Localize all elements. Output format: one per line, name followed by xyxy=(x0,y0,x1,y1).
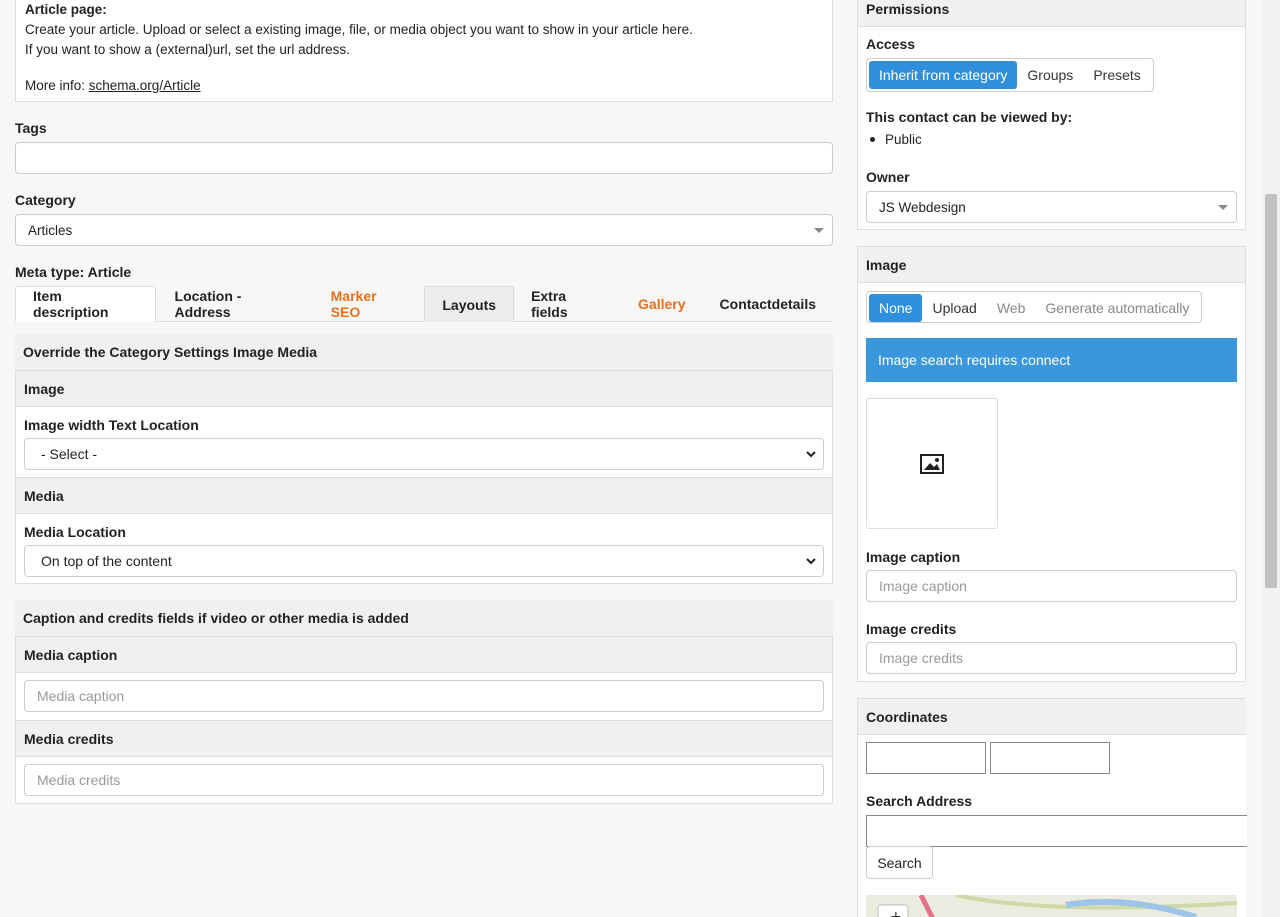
media-credits-label: Media credits xyxy=(16,720,832,757)
article-info-box: Article page: Create your article. Uploa… xyxy=(15,0,833,102)
scrollbar-thumb[interactable] xyxy=(1265,194,1277,588)
image-section-header: Image xyxy=(16,370,832,407)
search-address-label: Search Address xyxy=(866,793,973,809)
tab-extra-fields[interactable]: Extra fields xyxy=(514,286,621,322)
search-button[interactable]: Search xyxy=(866,846,933,879)
caption-panel-title: Caption and credits fields if video or o… xyxy=(15,600,833,636)
media-section-header: Media xyxy=(16,477,832,514)
image-credits-label: Image credits xyxy=(866,621,957,637)
tab-item-description[interactable]: Item description xyxy=(15,286,156,322)
image-upload-button[interactable]: Upload xyxy=(922,294,986,322)
image-width-label: Image width Text Location xyxy=(24,417,199,433)
info-more: More info: schema.org/Article xyxy=(25,76,823,96)
caption-panel: Caption and credits fields if video or o… xyxy=(15,600,833,804)
image-panel-title: Image xyxy=(858,247,1245,283)
map-view[interactable]: + xyxy=(866,895,1237,917)
image-web-button[interactable]: Web xyxy=(987,294,1036,322)
viewed-by-label: This contact can be viewed by: xyxy=(866,109,1073,125)
owner-label: Owner xyxy=(866,169,910,185)
more-info-label: More info: xyxy=(25,78,89,93)
chevron-down-icon xyxy=(806,451,816,458)
access-inherit-button[interactable]: Inherit from category xyxy=(869,61,1018,89)
access-label: Access xyxy=(866,36,916,52)
info-line-2: If you want to show a (external)url, set… xyxy=(25,42,350,57)
main-column: Article page: Create your article. Uploa… xyxy=(15,0,833,804)
caret-down-icon xyxy=(1218,205,1228,210)
image-width-value: - Select - xyxy=(41,446,98,462)
tab-marker-seo[interactable]: Marker SEO xyxy=(314,286,425,322)
media-location-select[interactable]: On top of the content xyxy=(24,545,824,577)
category-value: Articles xyxy=(28,222,73,238)
override-title: Override the Category Settings Image Med… xyxy=(15,334,833,370)
tab-gallery[interactable]: Gallery xyxy=(621,286,702,322)
svg-text:+: + xyxy=(890,909,902,917)
search-address-input[interactable] xyxy=(866,815,1247,847)
media-location-value: On top of the content xyxy=(41,553,172,569)
owner-value: JS Webdesign xyxy=(879,199,966,215)
info-title: Article page: xyxy=(25,2,107,17)
tab-layouts[interactable]: Layouts xyxy=(424,286,515,322)
meta-type-label: Meta type: Article xyxy=(15,264,132,280)
image-generate-button[interactable]: Generate automatically xyxy=(1035,294,1199,322)
access-button-group: Inherit from category Groups Presets xyxy=(866,58,1154,92)
latitude-input[interactable] xyxy=(866,742,986,774)
permissions-title: Permissions xyxy=(858,0,1245,27)
coordinates-title: Coordinates xyxy=(858,699,1246,735)
permissions-title-text: Permissions xyxy=(866,0,950,17)
image-panel: Image None Upload Web Generate automatic… xyxy=(857,246,1246,682)
chevron-down-icon xyxy=(806,558,816,565)
media-caption-label: Media caption xyxy=(16,636,832,673)
access-presets-button[interactable]: Presets xyxy=(1083,61,1150,89)
owner-select[interactable]: JS Webdesign xyxy=(866,191,1237,223)
tab-location-address[interactable]: Location - Address xyxy=(158,286,314,322)
image-none-button[interactable]: None xyxy=(869,294,923,322)
caret-down-icon xyxy=(814,228,824,233)
image-source-group: None Upload Web Generate automatically xyxy=(866,291,1203,323)
bullet-icon xyxy=(870,137,875,142)
media-location-label: Media Location xyxy=(24,524,126,540)
category-label: Category xyxy=(15,192,76,208)
image-placeholder-icon xyxy=(920,453,944,474)
media-caption-input[interactable]: Media caption xyxy=(24,680,824,712)
tab-contactdetails[interactable]: Contactdetails xyxy=(703,286,833,322)
image-preview[interactable] xyxy=(866,398,998,529)
map-tiles-icon: + xyxy=(866,895,1237,917)
coordinates-panel: Coordinates Search Address Search + xyxy=(857,698,1247,917)
override-panel: Override the Category Settings Image Med… xyxy=(15,334,833,584)
image-credits-input[interactable]: Image credits xyxy=(866,642,1237,674)
longitude-input[interactable] xyxy=(990,742,1110,774)
image-search-banner: Image search requires connect xyxy=(866,338,1237,382)
page-scrollbar[interactable] xyxy=(1262,0,1280,917)
schema-link[interactable]: schema.org/Article xyxy=(89,78,201,93)
image-width-select[interactable]: - Select - xyxy=(24,438,824,470)
access-groups-button[interactable]: Groups xyxy=(1017,61,1083,89)
viewed-by-list: Public xyxy=(870,132,922,147)
tags-label: Tags xyxy=(15,120,47,136)
viewed-by-item: Public xyxy=(885,132,922,147)
item-tabs: Item description Location - Address Mark… xyxy=(15,286,833,322)
image-caption-input[interactable]: Image caption xyxy=(866,570,1237,602)
category-select[interactable]: Articles xyxy=(15,214,833,246)
info-line-1: Create your article. Upload or select a … xyxy=(25,22,693,37)
media-credits-input[interactable]: Media credits xyxy=(24,764,824,796)
image-caption-label: Image caption xyxy=(866,549,961,565)
tags-input[interactable] xyxy=(15,142,833,174)
permissions-panel: Permissions Access Inherit from category… xyxy=(857,0,1246,230)
